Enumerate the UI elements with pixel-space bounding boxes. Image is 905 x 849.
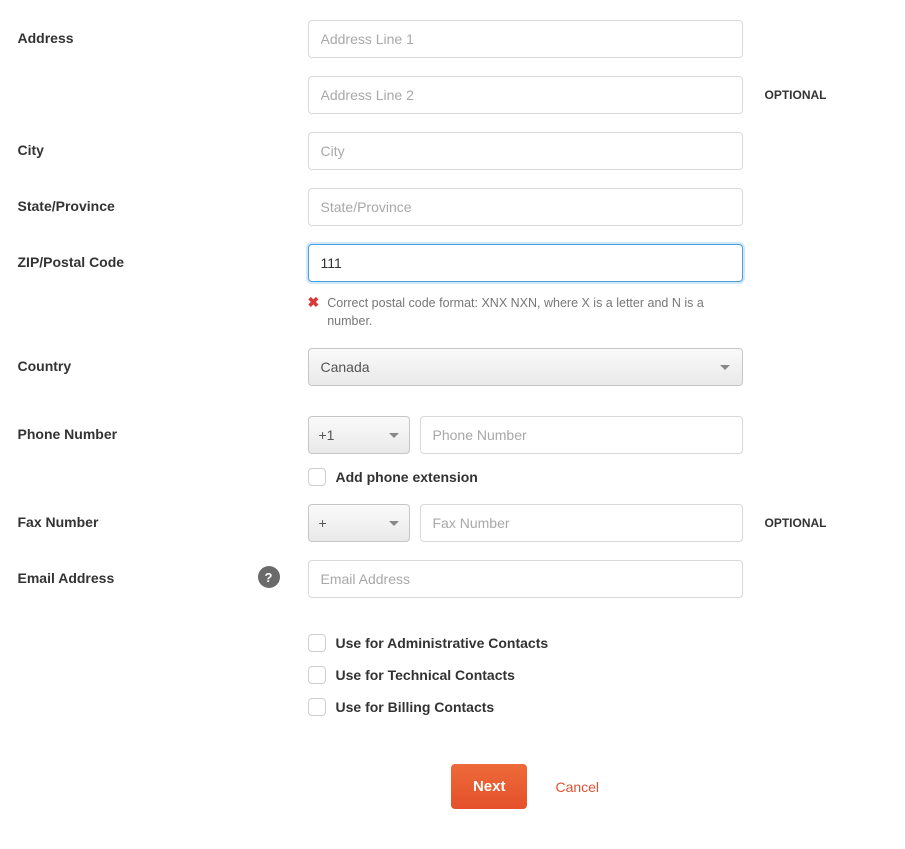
city-input[interactable] <box>308 132 743 170</box>
cancel-button[interactable]: Cancel <box>555 779 599 795</box>
label-zip: ZIP/Postal Code <box>18 244 308 270</box>
tech-contact-label: Use for Technical Contacts <box>336 667 515 683</box>
label-state: State/Province <box>18 188 308 214</box>
state-input[interactable] <box>308 188 743 226</box>
next-button[interactable]: Next <box>451 764 528 809</box>
address-line-1-input[interactable] <box>308 20 743 58</box>
tech-contact-row: Use for Technical Contacts <box>308 666 743 684</box>
phone-prefix-select[interactable]: +1 <box>308 416 410 454</box>
add-extension-row: Add phone extension <box>308 468 743 486</box>
fax-input[interactable] <box>420 504 743 542</box>
row-state: State/Province <box>18 188 888 226</box>
contacts-checkboxes: Use for Administrative Contacts Use for … <box>308 634 743 716</box>
label-email: Email Address ? <box>18 560 308 586</box>
zip-error: ✖ Correct postal code format: XNX NXN, w… <box>308 294 743 330</box>
help-icon[interactable]: ? <box>258 566 280 588</box>
row-email: Email Address ? <box>18 560 888 598</box>
add-extension-label: Add phone extension <box>336 469 478 485</box>
zip-input[interactable] <box>308 244 743 282</box>
row-zip: ZIP/Postal Code ✖ Correct postal code fo… <box>18 244 888 330</box>
label-fax: Fax Number <box>18 504 308 530</box>
label-city: City <box>18 132 308 158</box>
admin-contact-label: Use for Administrative Contacts <box>336 635 549 651</box>
billing-contact-row: Use for Billing Contacts <box>308 698 743 716</box>
tech-contact-checkbox[interactable] <box>308 666 326 684</box>
form-actions: Next Cancel <box>308 764 743 809</box>
admin-contact-checkbox[interactable] <box>308 634 326 652</box>
admin-contact-row: Use for Administrative Contacts <box>308 634 743 652</box>
row-country: Country Canada <box>18 348 888 386</box>
add-extension-checkbox[interactable] <box>308 468 326 486</box>
fax-prefix-select[interactable]: + <box>308 504 410 542</box>
country-select-value: Canada <box>321 359 370 375</box>
phone-input[interactable] <box>420 416 743 454</box>
chevron-down-icon <box>389 433 399 438</box>
billing-contact-label: Use for Billing Contacts <box>336 699 495 715</box>
row-address2: OPTIONAL <box>18 76 888 114</box>
row-city: City <box>18 132 888 170</box>
fax-prefix-value: + <box>319 515 327 531</box>
phone-prefix-value: +1 <box>319 427 335 443</box>
error-x-icon: ✖ <box>308 294 320 311</box>
row-address: Address <box>18 20 888 58</box>
chevron-down-icon <box>389 521 399 526</box>
row-phone: Phone Number +1 Add phone extension <box>18 416 888 486</box>
fax-optional-tag: OPTIONAL <box>743 504 853 530</box>
country-select[interactable]: Canada <box>308 348 743 386</box>
email-input[interactable] <box>308 560 743 598</box>
address-line-2-input[interactable] <box>308 76 743 114</box>
label-phone: Phone Number <box>18 416 308 442</box>
zip-error-text: Correct postal code format: XNX NXN, whe… <box>327 294 742 330</box>
label-country: Country <box>18 348 308 374</box>
label-address: Address <box>18 20 308 46</box>
row-fax: Fax Number + OPTIONAL <box>18 504 888 542</box>
chevron-down-icon <box>720 365 730 370</box>
billing-contact-checkbox[interactable] <box>308 698 326 716</box>
address2-optional-tag: OPTIONAL <box>743 76 853 102</box>
